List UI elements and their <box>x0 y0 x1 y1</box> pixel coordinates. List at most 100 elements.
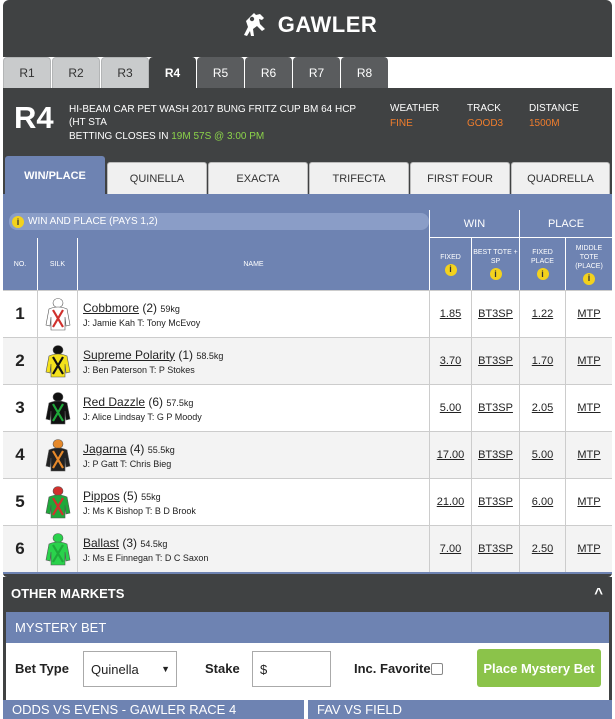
col-name: NAME <box>77 238 429 290</box>
middle-tote-button[interactable]: MTP <box>565 479 612 525</box>
place-mystery-bet-button[interactable]: Place Mystery Bet <box>477 649 601 687</box>
fixed-win-odds[interactable]: 21.00 <box>429 479 471 525</box>
silk <box>37 526 77 572</box>
barrier: (3) <box>122 535 138 550</box>
info-icon[interactable]: i <box>12 215 24 228</box>
fixed-place-odds[interactable]: 1.70 <box>519 338 565 384</box>
middle-tote-button[interactable]: MTP <box>565 526 612 572</box>
runner-name-cell: Cobbmore (2) 59kg J: Jamie Kah T: Tony Mc… <box>77 291 429 337</box>
mystery-bet-title[interactable]: MYSTERY BET <box>6 612 609 643</box>
tab-first-four[interactable]: FIRST FOUR <box>410 162 510 194</box>
closes-label: BETTING CLOSES IN <box>69 131 169 142</box>
table-row: 3 Red Dazzle (6) 57.5kg J: Alice Lindsay T… <box>3 384 612 431</box>
middle-tote-button[interactable]: MTP <box>565 385 612 431</box>
col-fixed: FIXED i <box>429 238 471 290</box>
best-tote-button[interactable]: BT3SP <box>471 338 519 384</box>
tab-r1[interactable]: R1 <box>3 57 51 88</box>
venue-name: GAWLER <box>277 12 378 37</box>
fixed-place-odds[interactable]: 2.05 <box>519 385 565 431</box>
fixed-win-odds[interactable]: 7.00 <box>429 526 471 572</box>
tab-exacta[interactable]: EXACTA <box>208 162 308 194</box>
other-markets: OTHER MARKETS ^ MYSTERY BET <box>3 577 612 719</box>
middle-tote-button[interactable]: MTP <box>565 338 612 384</box>
col-best-tote: BEST TOTE + SP i <box>471 238 519 290</box>
fixed-win-odds[interactable]: 5.00 <box>429 385 471 431</box>
runner-number: 4 <box>15 445 25 464</box>
tab-r2[interactable]: R2 <box>52 57 100 88</box>
col-no: NO. <box>3 238 37 290</box>
race-card: GAWLER R1 R2 R3 R4 R5 R6 R7 R8 R4 HI-BEA… <box>3 0 612 577</box>
fixed-win-odds[interactable]: 17.00 <box>429 432 471 478</box>
bet-type-select[interactable]: Quinella ▼ <box>83 651 177 687</box>
runner-line: Jagarna (4) 55.5kg <box>83 442 175 456</box>
fixed-win-odds[interactable]: 3.70 <box>429 338 471 384</box>
col-middle-tote: MIDDLE TOTE (PLACE) i <box>565 238 612 290</box>
fav-vs-field-header[interactable]: FAV VS FIELD <box>308 700 612 719</box>
fixed-win-odds[interactable]: 1.85 <box>429 291 471 337</box>
runner-line: Supreme Polarity (1) 58.5kg <box>83 348 223 362</box>
info-icon[interactable]: i <box>489 268 502 280</box>
runner-name-link[interactable]: Pippos <box>83 489 120 503</box>
race-tabs: R1 R2 R3 R4 R5 R6 R7 R8 <box>3 57 612 88</box>
info-icon[interactable]: i <box>536 268 549 280</box>
stake-input[interactable]: $ <box>252 651 331 687</box>
runner-name-link[interactable]: Supreme Polarity <box>83 348 175 362</box>
best-tote-button[interactable]: BT3SP <box>471 385 519 431</box>
silk <box>37 432 77 478</box>
runner-number: 1 <box>15 304 25 323</box>
odds-vs-evens-header[interactable]: ODDS VS EVENS - GAWLER RACE 4 <box>3 700 304 719</box>
middle-tote-button[interactable]: MTP <box>565 432 612 478</box>
tab-r5[interactable]: R5 <box>197 57 244 88</box>
fixed-place-odds[interactable]: 1.22 <box>519 291 565 337</box>
col-fixed-place: FIXED PLACE i <box>519 238 565 290</box>
col-name-label: NAME <box>243 260 264 268</box>
runner-line: Ballast (3) 54.5kg <box>83 536 167 550</box>
weight: 57.5kg <box>166 397 194 408</box>
runner-number: 5 <box>15 492 25 511</box>
col-silk-label: SILK <box>49 260 66 268</box>
silk <box>37 385 77 431</box>
jockey-silk-icon <box>45 298 70 331</box>
info-icon[interactable]: i <box>583 272 595 285</box>
chevron-up-icon[interactable]: ^ <box>594 585 603 602</box>
jockey-trainer: J: Jamie Kah T: Tony McEvoy <box>83 317 201 328</box>
runner-name-link[interactable]: Cobbmore <box>83 301 139 315</box>
runner-name-link[interactable]: Jagarna <box>83 442 126 456</box>
weight: 55.5kg <box>147 444 175 455</box>
racehorse-icon <box>243 13 265 36</box>
tab-r7[interactable]: R7 <box>293 57 340 88</box>
runner-name-cell: Supreme Polarity (1) 58.5kg J: Ben Paters… <box>77 338 429 384</box>
fixed-place-odds[interactable]: 6.00 <box>519 479 565 525</box>
fixed-place-odds[interactable]: 2.50 <box>519 526 565 572</box>
inc-favorite-checkbox[interactable] <box>431 663 443 675</box>
weather-label: WEATHER <box>390 103 440 114</box>
best-tote-button[interactable]: BT3SP <box>471 432 519 478</box>
pays-banner: i WIN AND PLACE (PAYS 1,2) <box>9 213 429 230</box>
runner-name-link[interactable]: Red Dazzle <box>83 395 145 409</box>
jockey-trainer: J: Alice Lindsay T: G P Moody <box>83 411 202 422</box>
fixed-place-odds[interactable]: 5.00 <box>519 432 565 478</box>
tab-quinella[interactable]: QUINELLA <box>107 162 207 194</box>
tab-r4[interactable]: R4 <box>149 57 196 88</box>
barrier: (6) <box>148 394 164 409</box>
jockey-silk-icon <box>45 439 70 472</box>
info-icon[interactable]: i <box>444 263 457 276</box>
tab-r8[interactable]: R8 <box>341 57 388 88</box>
race-number: R4 <box>14 100 54 135</box>
tab-win-place[interactable]: WIN/PLACE <box>5 156 105 194</box>
weather: WEATHER FINE <box>390 103 439 129</box>
weight: 59kg <box>160 303 180 314</box>
best-tote-button[interactable]: BT3SP <box>471 291 519 337</box>
runner-line: Cobbmore (2) 59kg <box>83 301 180 315</box>
runner-line: Red Dazzle (6) 57.5kg <box>83 395 193 409</box>
barrier: (1) <box>178 347 194 362</box>
tab-r6[interactable]: R6 <box>245 57 292 88</box>
runner-name-cell: Pippos (5) 55kg J: Ms K Bishop T: B D Bro… <box>77 479 429 525</box>
best-tote-button[interactable]: BT3SP <box>471 479 519 525</box>
runner-name-link[interactable]: Ballast <box>83 536 119 550</box>
middle-tote-button[interactable]: MTP <box>565 291 612 337</box>
tab-r3[interactable]: R3 <box>101 57 149 88</box>
tab-quadrella[interactable]: QUADRELLA <box>511 162 610 194</box>
tab-trifecta[interactable]: TRIFECTA <box>309 162 409 194</box>
best-tote-button[interactable]: BT3SP <box>471 526 519 572</box>
